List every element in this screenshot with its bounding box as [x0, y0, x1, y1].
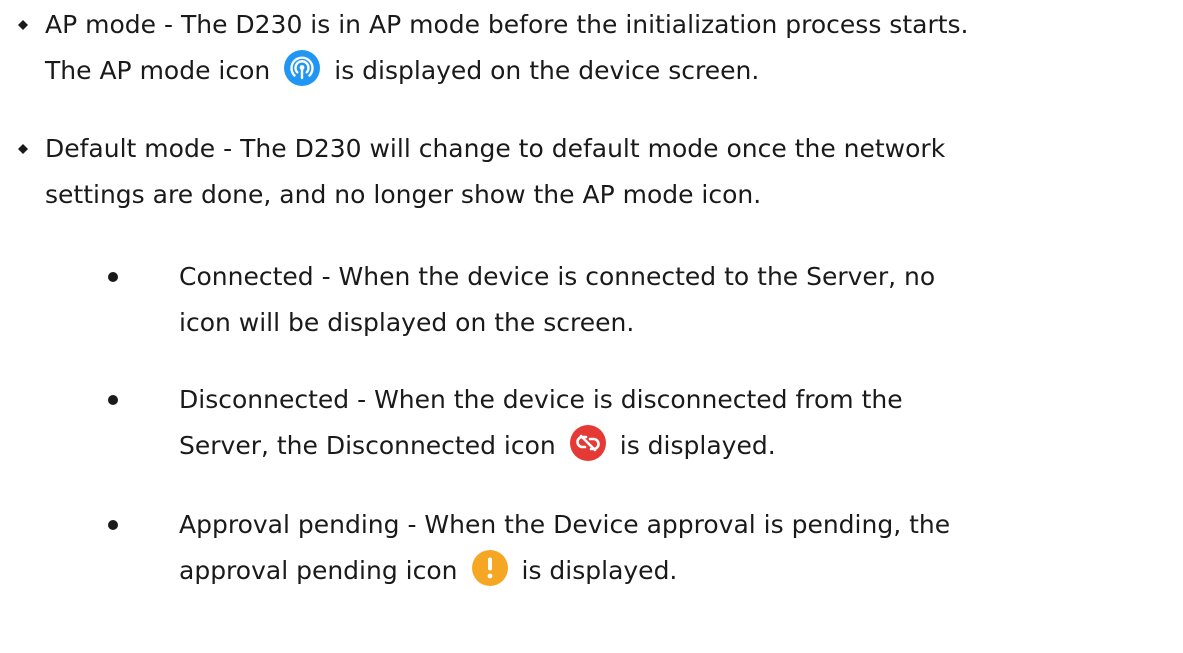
item-description-post-icon: is displayed. — [521, 556, 678, 585]
sub-list-item-approval-pending: Approval pending - When the Device appro… — [108, 502, 950, 594]
list-item-line: icon will be displayed on the screen. — [179, 308, 635, 337]
round-bullet-icon — [108, 272, 118, 282]
item-separator: - — [215, 134, 241, 163]
round-bullet-icon — [108, 520, 118, 530]
list-item-line: Disconnected - When the device is discon… — [179, 377, 903, 423]
item-description: The D230 is in AP mode before the initia… — [180, 10, 969, 39]
item-separator: - — [156, 10, 181, 39]
item-description-pre-icon: approval pending icon — [179, 556, 458, 585]
disconnected-icon — [569, 425, 606, 461]
item-description-pre-icon: The AP mode icon — [45, 56, 271, 85]
item-label: AP mode — [45, 10, 157, 39]
list-item-line: approval pending icon is displayed. — [179, 548, 950, 594]
item-description-post-icon: is displayed on the device screen. — [334, 56, 760, 85]
list-item-line: The AP mode icon is displayed on the dev… — [45, 48, 969, 94]
item-description: When the device is connected to the Serv… — [338, 262, 936, 291]
item-description-post-icon: is displayed. — [619, 431, 776, 460]
item-description: When the Device approval is pending, the — [424, 510, 951, 539]
list-item-ap-mode: AP mode - The D230 is in AP mode before … — [18, 2, 969, 94]
diamond-bullet-icon — [18, 20, 28, 30]
item-separator: - — [313, 262, 339, 291]
item-separator: - — [399, 510, 425, 539]
item-label: Disconnected — [179, 385, 350, 414]
list-item-line: Server, the Disconnected icon is display… — [179, 423, 903, 469]
item-description: When the device is disconnected from the — [374, 385, 903, 414]
item-description: The D230 will change to default mode onc… — [240, 134, 946, 163]
list-item-line: Connected - When the device is connected… — [179, 254, 935, 300]
diamond-bullet-icon — [18, 144, 28, 154]
ap-mode-icon — [284, 50, 321, 86]
item-label: Connected — [179, 262, 314, 291]
round-bullet-icon — [108, 395, 118, 405]
list-item-line: AP mode - The D230 is in AP mode before … — [45, 2, 969, 48]
list-item-line: settings are done, and no longer show th… — [45, 180, 762, 209]
sub-list-item-disconnected: Disconnected - When the device is discon… — [108, 377, 903, 469]
item-description-pre-icon: Server, the Disconnected icon — [179, 431, 556, 460]
list-item-default-mode: Default mode - The D230 will change to d… — [18, 126, 945, 218]
item-separator: - — [349, 385, 375, 414]
list-item-line: Default mode - The D230 will change to d… — [45, 126, 945, 172]
item-label: Approval pending — [179, 510, 400, 539]
item-label: Default mode — [45, 134, 216, 163]
sub-list-item-connected: Connected - When the device is connected… — [108, 254, 935, 346]
approval-pending-icon — [471, 550, 508, 586]
list-item-line: Approval pending - When the Device appro… — [179, 502, 950, 548]
